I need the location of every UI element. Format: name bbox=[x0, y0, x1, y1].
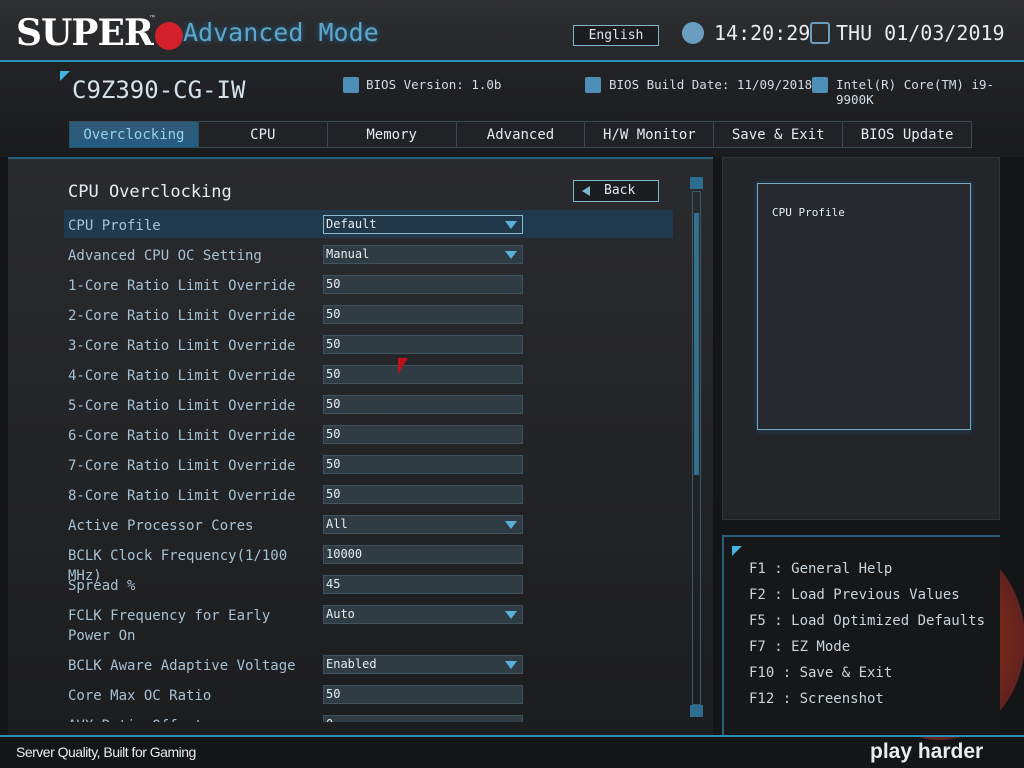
setting-input[interactable]: 45 bbox=[323, 575, 523, 594]
setting-row[interactable]: Active Processor Cores All bbox=[64, 510, 673, 538]
setting-input[interactable]: 50 bbox=[323, 305, 523, 324]
date: THU 01/03/2019 bbox=[836, 21, 1005, 45]
help-box bbox=[757, 183, 971, 430]
corner-marker bbox=[60, 71, 70, 81]
cpu-icon bbox=[812, 77, 828, 93]
setting-row[interactable]: 2-Core Ratio Limit Override 50 bbox=[64, 300, 673, 328]
footer-divider bbox=[0, 735, 1024, 737]
calendar-icon bbox=[810, 22, 830, 44]
setting-input[interactable]: 50 bbox=[323, 365, 523, 384]
setting-input[interactable]: 10000 bbox=[323, 545, 523, 564]
tab-overclocking[interactable]: Overclocking bbox=[70, 122, 199, 147]
setting-dropdown[interactable]: Manual bbox=[323, 245, 523, 264]
time: 14:20:29 bbox=[714, 21, 811, 45]
hotkey-f5: F5 : Load Optimized Defaults bbox=[749, 613, 986, 629]
setting-row[interactable]: Advanced CPU OC Setting Manual bbox=[64, 240, 673, 268]
tab-memory[interactable]: Memory bbox=[328, 122, 457, 147]
setting-label: Active Processor Cores bbox=[68, 518, 254, 534]
setting-dropdown[interactable]: All bbox=[323, 515, 523, 534]
bios-version: BIOS Version: 1.0b bbox=[366, 77, 502, 92]
setting-label: Advanced CPU OC Setting bbox=[68, 248, 262, 264]
setting-label: 2-Core Ratio Limit Override bbox=[68, 308, 296, 324]
setting-input[interactable]: 50 bbox=[323, 455, 523, 474]
help-text: CPU Profile bbox=[772, 206, 845, 219]
supermicro-logo: SUPER bbox=[16, 12, 183, 54]
trademark: ™ bbox=[150, 14, 155, 23]
hotkey-f1: F1 : General Help bbox=[749, 561, 893, 577]
hotkey-f10: F10 : Save & Exit bbox=[749, 665, 893, 681]
clock-icon bbox=[682, 22, 704, 44]
mouse-cursor-icon bbox=[398, 358, 408, 374]
setting-row[interactable]: Spread % 45 bbox=[64, 570, 673, 598]
bios-chip-icon bbox=[343, 77, 359, 93]
setting-label: 7-Core Ratio Limit Override bbox=[68, 458, 296, 474]
bios-build-date: BIOS Build Date: 11/09/2018 bbox=[609, 77, 813, 92]
cpu-model: Intel(R) Core(TM) i9-9900K bbox=[836, 77, 995, 107]
setting-label: BCLK Aware Adaptive Voltage bbox=[68, 658, 296, 674]
setting-dropdown[interactable]: Enabled bbox=[323, 655, 523, 674]
setting-row[interactable]: 5-Core Ratio Limit Override 50 bbox=[64, 390, 673, 418]
setting-input[interactable]: 0 bbox=[323, 715, 523, 722]
setting-row[interactable]: 6-Core Ratio Limit Override 50 bbox=[64, 420, 673, 448]
setting-row[interactable]: CPU Profile Default bbox=[64, 210, 673, 238]
setting-label: 1-Core Ratio Limit Override bbox=[68, 278, 296, 294]
setting-input[interactable]: 50 bbox=[323, 335, 523, 354]
setting-row[interactable]: 7-Core Ratio Limit Override 50 bbox=[64, 450, 673, 478]
play-harder-logo: play harder bbox=[870, 740, 984, 763]
setting-label: Spread % bbox=[68, 578, 136, 594]
slogan: Server Quality, Built for Gaming bbox=[16, 744, 196, 760]
setting-row[interactable]: BCLK Aware Adaptive Voltage Enabled bbox=[64, 650, 673, 678]
setting-label: FCLK Frequency for Early Power On bbox=[68, 608, 271, 644]
setting-label: Core Max OC Ratio bbox=[68, 688, 212, 704]
setting-label: 8-Core Ratio Limit Override bbox=[68, 488, 296, 504]
hotkey-f2: F2 : Load Previous Values bbox=[749, 587, 960, 603]
setting-dropdown[interactable]: Auto bbox=[323, 605, 523, 624]
setting-row[interactable]: FCLK Frequency for Early Power On Auto bbox=[64, 600, 673, 648]
setting-row[interactable]: 3-Core Ratio Limit Override 50 bbox=[64, 330, 673, 358]
scroll-up-button[interactable] bbox=[690, 177, 703, 189]
page-title: CPU Overclocking bbox=[68, 182, 232, 202]
setting-input[interactable]: 50 bbox=[323, 685, 523, 704]
mode-title: Advanced Mode bbox=[183, 18, 379, 47]
settings-list: CPU Profile Default Advanced CPU OC Settin… bbox=[8, 210, 698, 722]
board-model: C9Z390-CG-IW bbox=[72, 76, 246, 104]
setting-input[interactable]: 50 bbox=[323, 275, 523, 294]
tab-bar: Overclocking CPU Memory Advanced H/W Mon… bbox=[69, 121, 972, 148]
back-button[interactable]: Back bbox=[573, 180, 659, 202]
language-button[interactable]: English bbox=[573, 25, 659, 46]
setting-row[interactable]: Core Max OC Ratio 50 bbox=[64, 680, 673, 708]
setting-row[interactable]: 8-Core Ratio Limit Override 50 bbox=[64, 480, 673, 508]
scrollbar-thumb[interactable] bbox=[694, 213, 699, 475]
setting-input[interactable]: 50 bbox=[323, 425, 523, 444]
corner-marker bbox=[732, 546, 742, 556]
tab-advanced[interactable]: Advanced bbox=[457, 122, 586, 147]
tab-hw-monitor[interactable]: H/W Monitor bbox=[585, 122, 715, 147]
setting-label: 5-Core Ratio Limit Override bbox=[68, 398, 296, 414]
setting-dropdown[interactable]: Default bbox=[323, 215, 523, 234]
setting-label: 3-Core Ratio Limit Override bbox=[68, 338, 296, 354]
setting-label: CPU Profile bbox=[68, 218, 161, 234]
setting-row[interactable]: 1-Core Ratio Limit Override 50 bbox=[64, 270, 673, 298]
setting-row[interactable]: 4-Core Ratio Limit Override 50 bbox=[64, 360, 673, 388]
setting-row[interactable]: BCLK Clock Frequency(1/100 MHz) 10000 bbox=[64, 540, 673, 584]
scroll-down-button[interactable] bbox=[690, 705, 703, 717]
setting-row[interactable]: AVX Ratio Offset 0 bbox=[64, 710, 673, 722]
build-date-icon bbox=[585, 77, 601, 93]
tab-bios-update[interactable]: BIOS Update bbox=[843, 122, 971, 147]
setting-input[interactable]: 50 bbox=[323, 485, 523, 504]
setting-input[interactable]: 50 bbox=[323, 395, 523, 414]
tab-save-exit[interactable]: Save & Exit bbox=[714, 122, 844, 147]
setting-label: 6-Core Ratio Limit Override bbox=[68, 428, 296, 444]
hotkey-f12: F12 : Screenshot bbox=[749, 691, 884, 707]
setting-label: 4-Core Ratio Limit Override bbox=[68, 368, 296, 384]
hotkey-f7: F7 : EZ Mode bbox=[749, 639, 851, 655]
tab-cpu[interactable]: CPU bbox=[199, 122, 328, 147]
setting-label: AVX Ratio Offset bbox=[68, 716, 318, 722]
